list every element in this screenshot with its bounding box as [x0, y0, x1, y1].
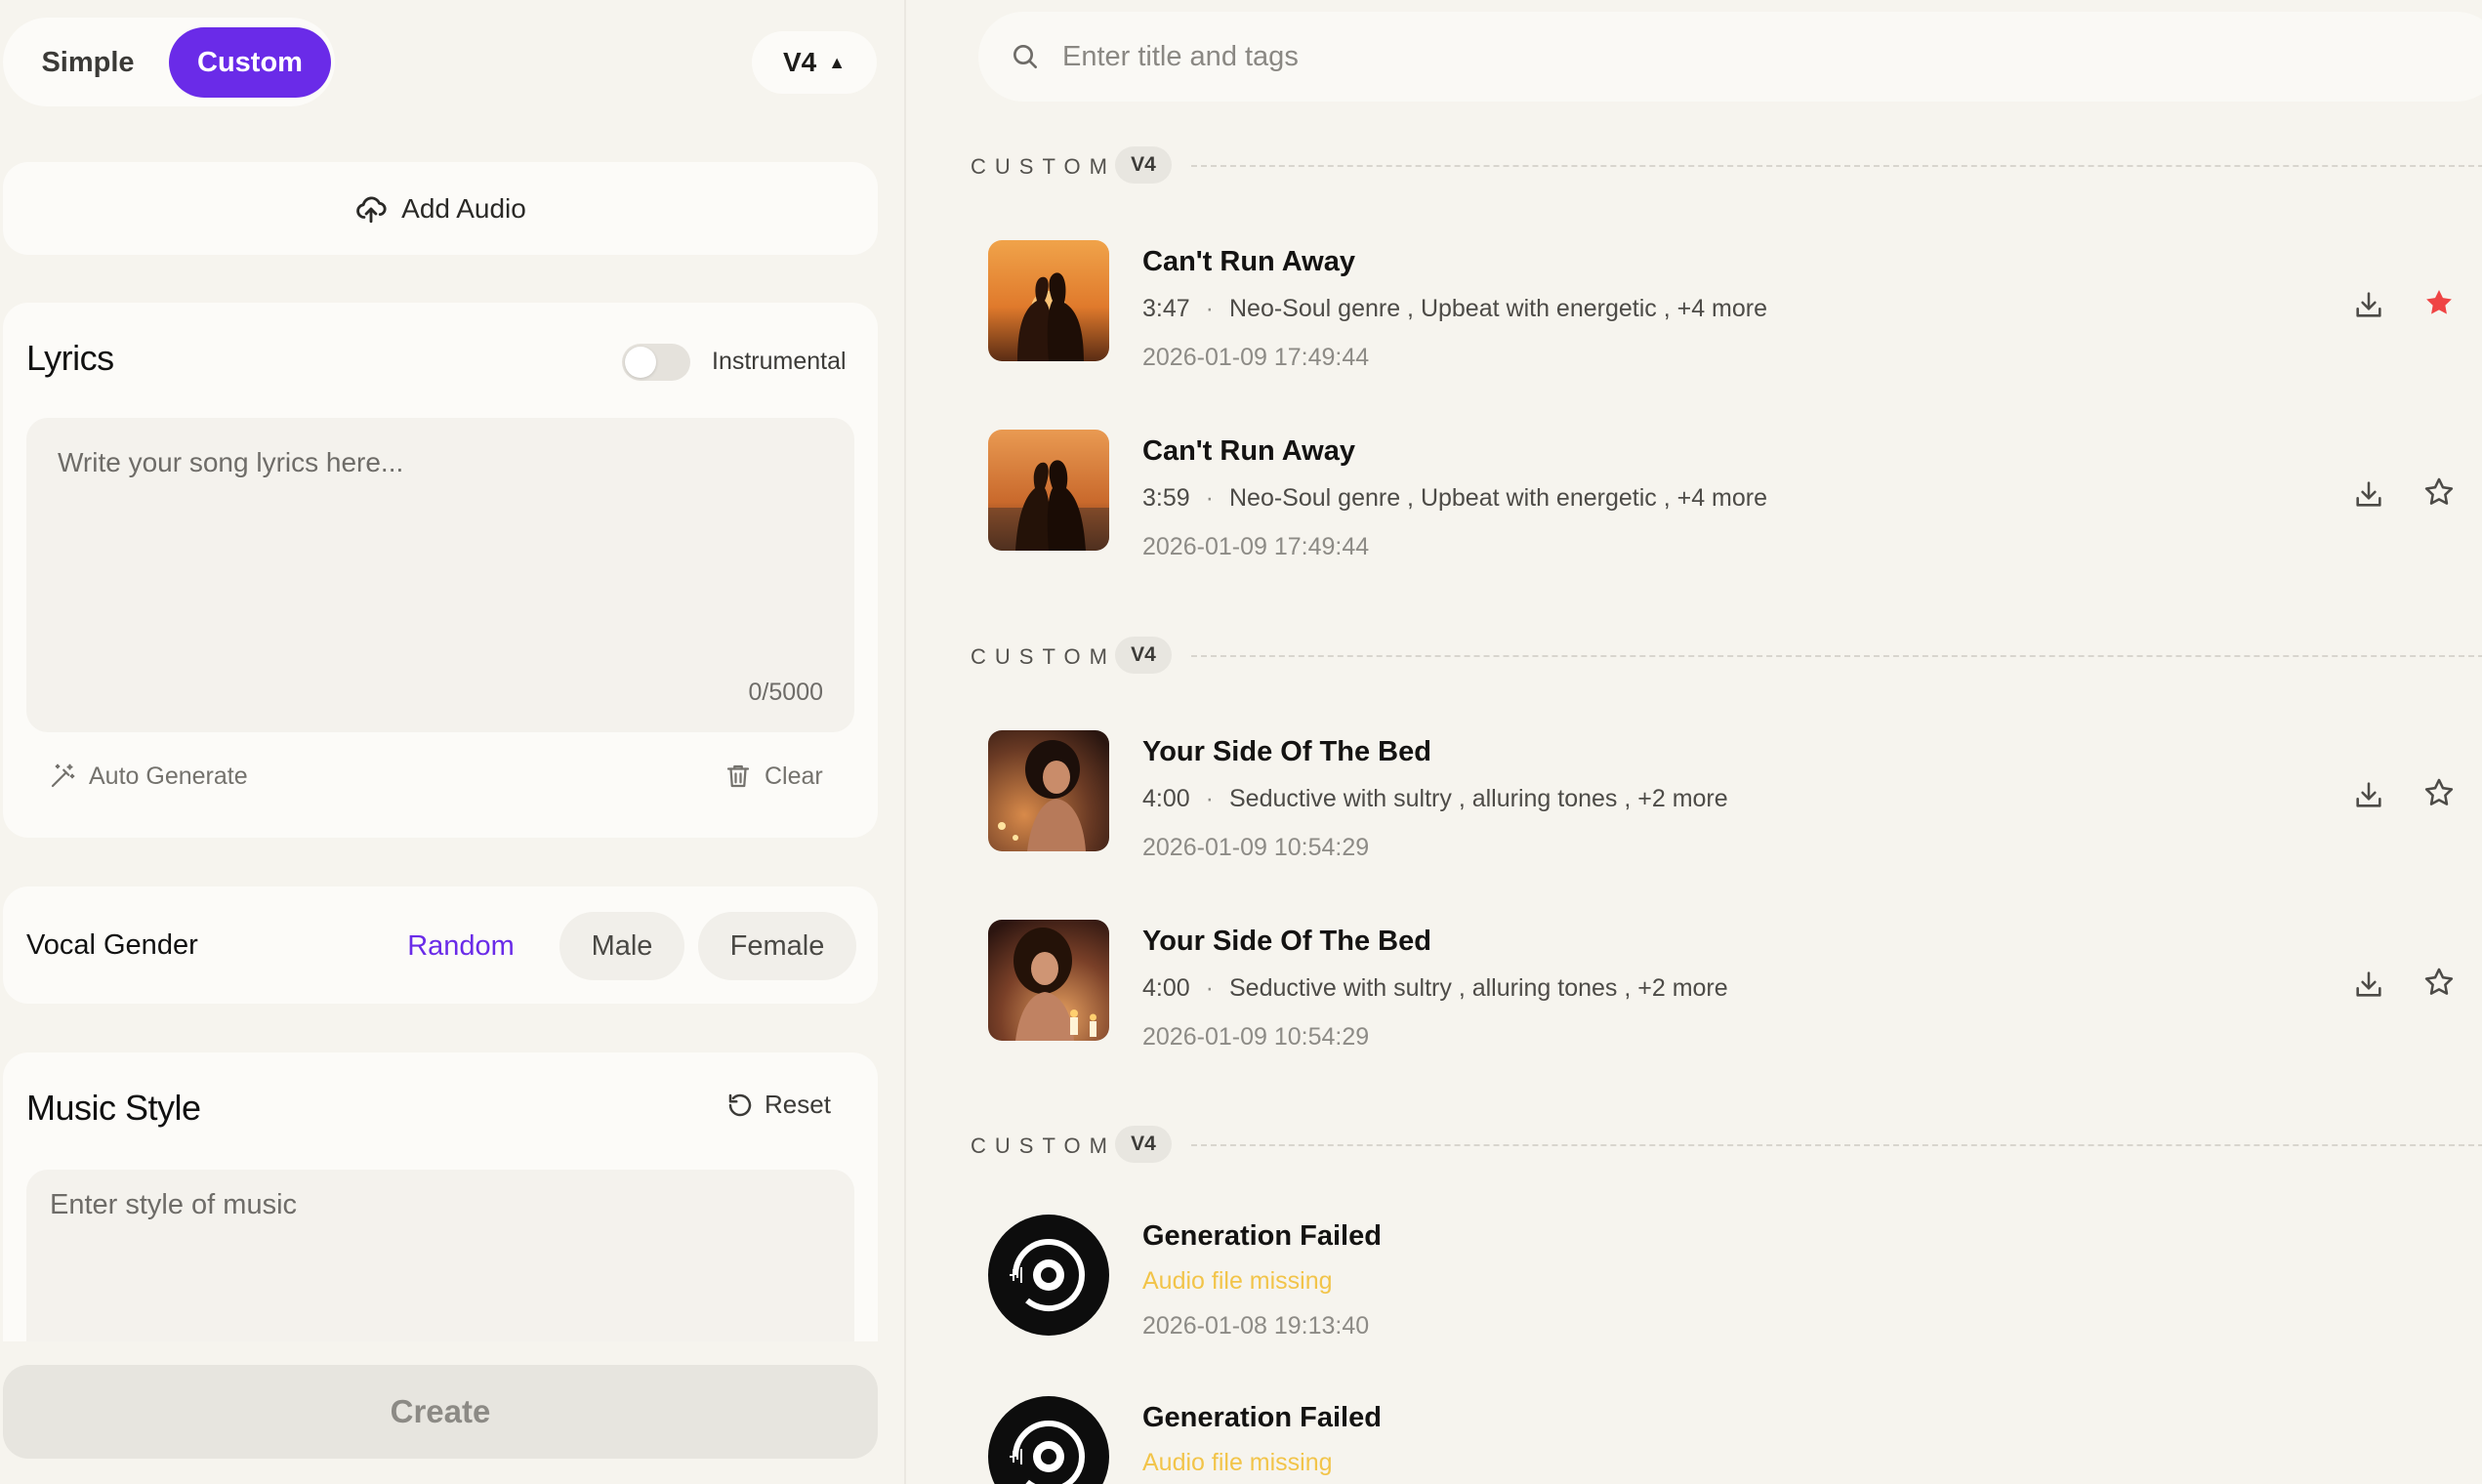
song-duration: 4:00	[1142, 785, 1190, 812]
vocal-female-option[interactable]: Female	[698, 912, 856, 980]
add-audio-button[interactable]: Add Audio	[3, 162, 878, 255]
clear-button[interactable]: Clear	[724, 762, 823, 791]
song-duration: 3:47	[1142, 295, 1190, 322]
vinyl-disc-icon	[988, 1396, 1109, 1484]
song-meta: 4:00 · Seductive with sultry , alluring to…	[1142, 974, 1728, 1002]
star-filled-icon[interactable]	[2420, 283, 2459, 322]
mode-custom-button[interactable]: Custom	[169, 27, 331, 98]
song-tags: Seductive with sultry , alluring tones ,…	[1229, 785, 1728, 812]
reset-label: Reset	[765, 1090, 831, 1119]
song-tags: Seductive with sultry , alluring tones ,…	[1229, 974, 1728, 1002]
group-label: CUSTOM	[971, 644, 1116, 669]
lyrics-box: 0/5000	[26, 418, 854, 732]
song-date: 2026-01-09 10:54:29	[1142, 834, 1370, 861]
song-title: Can't Run Away	[1142, 435, 1355, 467]
clear-label: Clear	[765, 762, 823, 790]
song-title: Generation Failed	[1142, 1220, 1382, 1252]
download-icon[interactable]	[2349, 285, 2388, 324]
song-item[interactable]: Your Side Of The Bed 4:00 · Seductive with…	[988, 920, 2472, 1051]
song-title: Can't Run Away	[1142, 246, 1355, 277]
create-button[interactable]: Create	[3, 1365, 878, 1459]
add-audio-label: Add Audio	[401, 192, 526, 224]
song-duration: 3:59	[1142, 484, 1190, 512]
woman-candlelight-image	[988, 730, 1109, 851]
toggle-knob	[625, 347, 656, 378]
music-style-title: Music Style	[26, 1088, 201, 1128]
song-error: Audio file missing	[1142, 1449, 1333, 1476]
lyrics-input[interactable]	[26, 418, 854, 732]
instrumental-toggle[interactable]	[622, 344, 690, 381]
magic-wand-icon	[51, 763, 75, 788]
lyrics-title: Lyrics	[26, 338, 114, 378]
star-outline-icon[interactable]	[2420, 773, 2459, 812]
song-item[interactable]: Your Side Of The Bed 4:00 · Seductive with…	[988, 730, 2472, 861]
song-meta: 3:59 · Neo-Soul genre , Upbeat with energe…	[1142, 484, 1768, 512]
instrumental-label: Instrumental	[712, 348, 847, 375]
search-bar	[978, 12, 2482, 102]
star-outline-icon[interactable]	[2420, 473, 2459, 512]
group-header: CUSTOM V4	[971, 1126, 2482, 1165]
song-date: 2026-01-09 17:49:44	[1142, 344, 1370, 371]
upload-cloud-icon	[356, 195, 387, 223]
song-title: Generation Failed	[1142, 1402, 1382, 1433]
group-divider	[1191, 165, 2482, 167]
song-item[interactable]: Can't Run Away 3:59 · Neo-Soul genre , Upb…	[988, 430, 2472, 560]
reset-button[interactable]: Reset	[725, 1090, 831, 1120]
vinyl-disc-icon	[988, 1215, 1109, 1336]
song-meta: 4:00 · Seductive with sultry , alluring to…	[1142, 785, 1728, 812]
trash-icon	[726, 764, 750, 788]
star-outline-icon[interactable]	[2420, 963, 2459, 1002]
create-panel: Simple Custom V4 ▲ Add Audio Lyrics Inst…	[0, 0, 906, 1484]
library-panel: CUSTOM V4 Can't Run Away 3:47·Neo-Soul g…	[908, 0, 2482, 1484]
song-date: 2026-01-09 17:49:44	[1142, 533, 1370, 560]
auto-generate-label: Auto Generate	[89, 762, 248, 790]
group-header: CUSTOM V4	[971, 146, 2482, 186]
caret-up-icon: ▲	[828, 52, 847, 72]
auto-generate-button[interactable]: Auto Generate	[48, 762, 248, 791]
group-label: CUSTOM	[971, 154, 1116, 179]
download-icon[interactable]	[2349, 775, 2388, 814]
group-divider	[1191, 1144, 2482, 1146]
reset-icon	[728, 1093, 752, 1116]
song-item[interactable]: Generation Failed Audio file missing 202…	[988, 1215, 2472, 1341]
search-icon	[1013, 45, 1037, 68]
song-title: Your Side Of The Bed	[1142, 926, 1431, 957]
group-label: CUSTOM	[971, 1134, 1116, 1158]
group-divider	[1191, 655, 2482, 657]
song-title: Your Side Of The Bed	[1142, 736, 1431, 767]
download-icon[interactable]	[2349, 474, 2388, 514]
couple-sunset-image	[988, 430, 1109, 551]
song-error: Audio file missing	[1142, 1267, 1333, 1295]
mode-simple-button[interactable]: Simple	[11, 27, 165, 98]
lyrics-char-count: 0/5000	[748, 679, 823, 706]
vocal-random-option[interactable]: Random	[370, 912, 552, 980]
vocal-gender-card: Vocal Gender Random Male Female	[3, 886, 878, 1004]
song-meta: 3:47 · Neo-Soul genre , Upbeat with energe…	[1142, 295, 1768, 322]
song-item[interactable]: Generation Failed Audio file missing	[988, 1396, 2472, 1484]
couple-sunset-image	[988, 240, 1109, 361]
search-input[interactable]	[1062, 40, 2482, 73]
version-badge: V4	[1115, 1126, 1172, 1163]
mode-toggle: Simple Custom	[3, 18, 335, 106]
download-icon[interactable]	[2349, 965, 2388, 1004]
lyrics-card: Lyrics Instrumental 0/5000 Auto Generate…	[3, 303, 878, 838]
version-label: V4	[782, 47, 817, 77]
version-badge: V4	[1115, 146, 1172, 184]
vocal-male-option[interactable]: Male	[559, 912, 684, 980]
song-date: 2026-01-09 10:54:29	[1142, 1023, 1370, 1051]
song-duration: 4:00	[1142, 974, 1190, 1002]
woman-candlelight-image	[988, 920, 1109, 1041]
version-badge: V4	[1115, 637, 1172, 674]
song-date: 2026-01-08 19:13:40	[1142, 1312, 1370, 1340]
song-tags: Neo-Soul genre , Upbeat with energetic ,…	[1229, 295, 1768, 322]
song-tags: Neo-Soul genre , Upbeat with energetic ,…	[1229, 484, 1768, 512]
song-item[interactable]: Can't Run Away 3:47 · Neo-Soul genre , Upb…	[988, 240, 2472, 371]
group-header: CUSTOM V4	[971, 637, 2482, 676]
version-select[interactable]: V4 ▲	[752, 31, 877, 94]
vocal-gender-label: Vocal Gender	[26, 929, 198, 961]
